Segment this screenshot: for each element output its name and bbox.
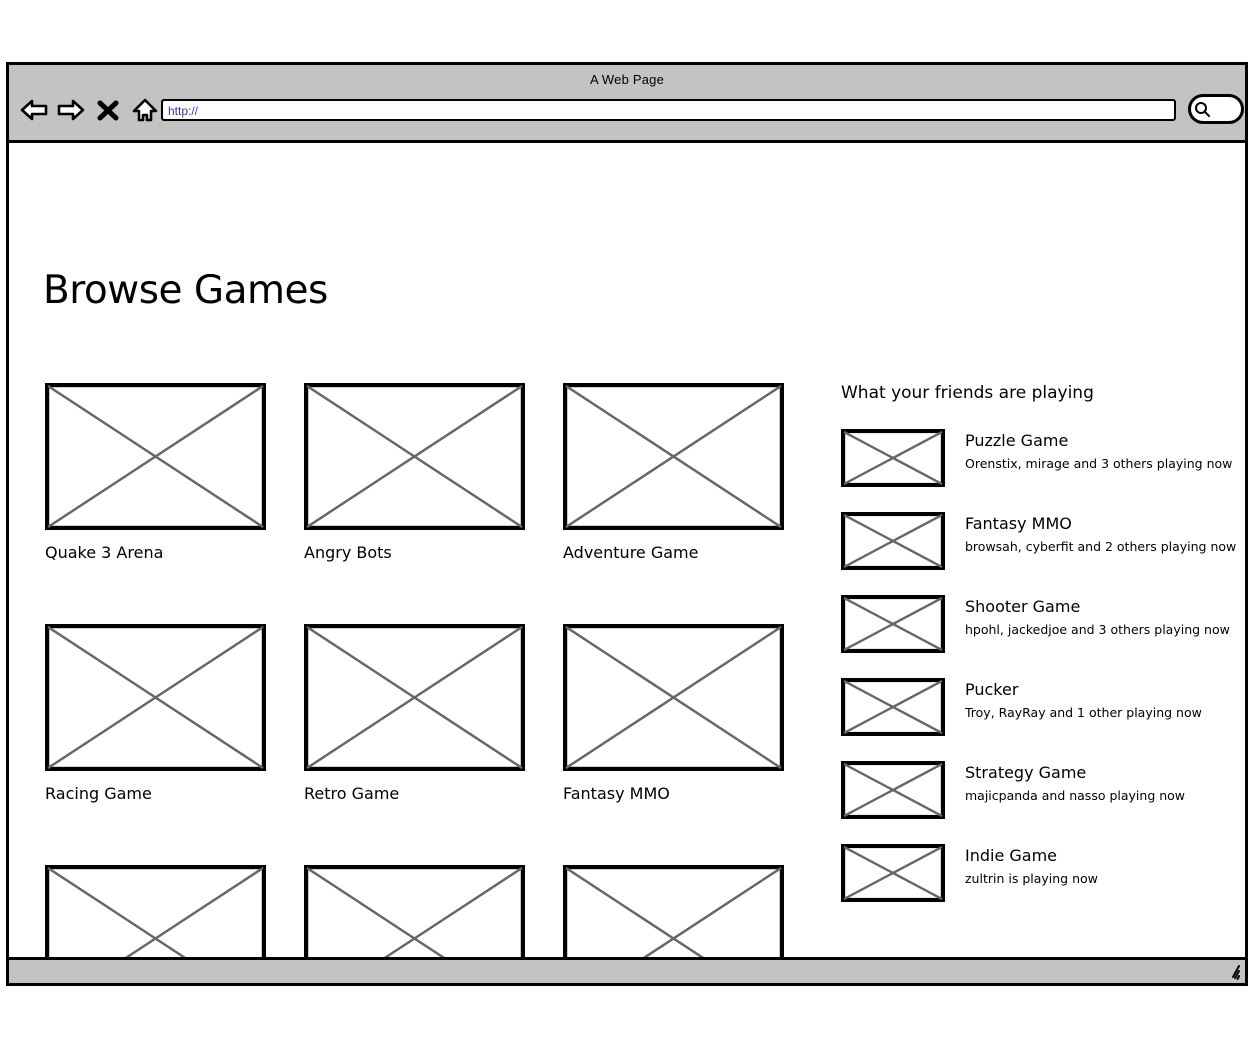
search-field[interactable]	[1188, 94, 1244, 124]
friend-game-name: Indie Game	[965, 846, 1058, 865]
search-icon	[1194, 101, 1211, 118]
game-card[interactable]: Angry Bots	[304, 383, 525, 562]
friends-panel: What your friends are playing Puzzle Gam…	[841, 383, 1241, 927]
friend-game-name: Pucker	[965, 680, 1019, 699]
image-placeholder-icon	[304, 383, 525, 530]
image-placeholder-icon	[45, 383, 266, 530]
friend-list-item[interactable]: Fantasy MMO browsah, cyberfit and 2 othe…	[841, 512, 1241, 570]
stop-close-icon[interactable]	[93, 95, 123, 125]
friend-game-name: Puzzle Game	[965, 431, 1069, 450]
image-placeholder-icon	[841, 678, 945, 736]
image-placeholder-icon	[841, 844, 945, 902]
image-placeholder-icon	[841, 429, 945, 487]
browser-chrome: A Web Page	[9, 65, 1245, 143]
home-icon[interactable]	[130, 95, 160, 125]
resize-grip-icon[interactable]	[1223, 963, 1241, 981]
game-title: Quake 3 Arena	[45, 543, 164, 562]
friend-text: Shooter Game hpohl, jackedjoe and 3 othe…	[965, 595, 1230, 637]
game-title: Angry Bots	[304, 543, 392, 562]
friend-list-item[interactable]: Puzzle Game Orenstix, mirage and 3 other…	[841, 429, 1241, 487]
friends-panel-title: What your friends are playing	[841, 383, 1094, 403]
status-bar	[9, 957, 1245, 983]
game-card[interactable]: Racing Game	[45, 624, 266, 803]
friend-list-item[interactable]: Strategy Game majicpanda and nasso playi…	[841, 761, 1241, 819]
game-card[interactable]: Adventure Game	[563, 383, 784, 562]
image-placeholder-icon	[304, 624, 525, 771]
game-card[interactable]: Retro Game	[304, 624, 525, 803]
game-card[interactable]: Fantasy MMO	[563, 624, 784, 803]
friend-players-text: browsah, cyberfit and 2 others playing n…	[965, 539, 1237, 554]
image-placeholder-icon	[563, 383, 784, 530]
page-title: Browse Games	[43, 268, 328, 313]
friend-game-name: Shooter Game	[965, 597, 1081, 616]
game-title: Adventure Game	[563, 543, 699, 562]
window-title: A Web Page	[589, 72, 665, 87]
friend-text: Indie Game zultrin is playing now	[965, 844, 1098, 886]
game-card[interactable]: Quake 3 Arena	[45, 383, 266, 562]
friend-players-text: Troy, RayRay and 1 other playing now	[965, 705, 1202, 720]
friend-players-text: zultrin is playing now	[965, 871, 1098, 886]
browser-window: A Web Page http:// Browse Games Quake 3 …	[6, 62, 1248, 986]
friend-text: Pucker Troy, RayRay and 1 other playing …	[965, 678, 1202, 720]
friend-list-item[interactable]: Pucker Troy, RayRay and 1 other playing …	[841, 678, 1241, 736]
friend-text: Fantasy MMO browsah, cyberfit and 2 othe…	[965, 512, 1236, 554]
friend-players-text: majicpanda and nasso playing now	[965, 788, 1186, 803]
game-title: Racing Game	[45, 784, 152, 803]
image-placeholder-icon	[45, 624, 266, 771]
friend-list-item[interactable]: Shooter Game hpohl, jackedjoe and 3 othe…	[841, 595, 1241, 653]
image-placeholder-icon	[841, 512, 945, 570]
image-placeholder-icon	[841, 595, 945, 653]
page-content: Browse Games Quake 3 Arena Angry Bots Ad…	[9, 143, 1245, 983]
image-placeholder-icon	[563, 624, 784, 771]
game-title: Retro Game	[304, 784, 400, 803]
friend-text: Puzzle Game Orenstix, mirage and 3 other…	[965, 429, 1232, 471]
image-placeholder-icon	[841, 761, 945, 819]
url-input[interactable]	[161, 99, 1176, 121]
game-row: Racing Game Retro Game Fantasy MMO	[45, 624, 805, 803]
back-arrow-icon[interactable]	[19, 95, 49, 125]
friend-game-name: Strategy Game	[965, 763, 1087, 782]
friend-text: Strategy Game majicpanda and nasso playi…	[965, 761, 1185, 803]
navigation-controls	[19, 95, 160, 125]
friend-players-text: hpohl, jackedjoe and 3 others playing no…	[965, 622, 1230, 637]
forward-arrow-icon[interactable]	[56, 95, 86, 125]
game-grid: Quake 3 Arena Angry Bots Adventure Game	[45, 383, 805, 983]
game-title: Fantasy MMO	[563, 784, 670, 803]
friend-players-text: Orenstix, mirage and 3 others playing no…	[965, 456, 1233, 471]
game-row: Quake 3 Arena Angry Bots Adventure Game	[45, 383, 805, 562]
friend-game-name: Fantasy MMO	[965, 514, 1072, 533]
friend-list-item[interactable]: Indie Game zultrin is playing now	[841, 844, 1241, 902]
